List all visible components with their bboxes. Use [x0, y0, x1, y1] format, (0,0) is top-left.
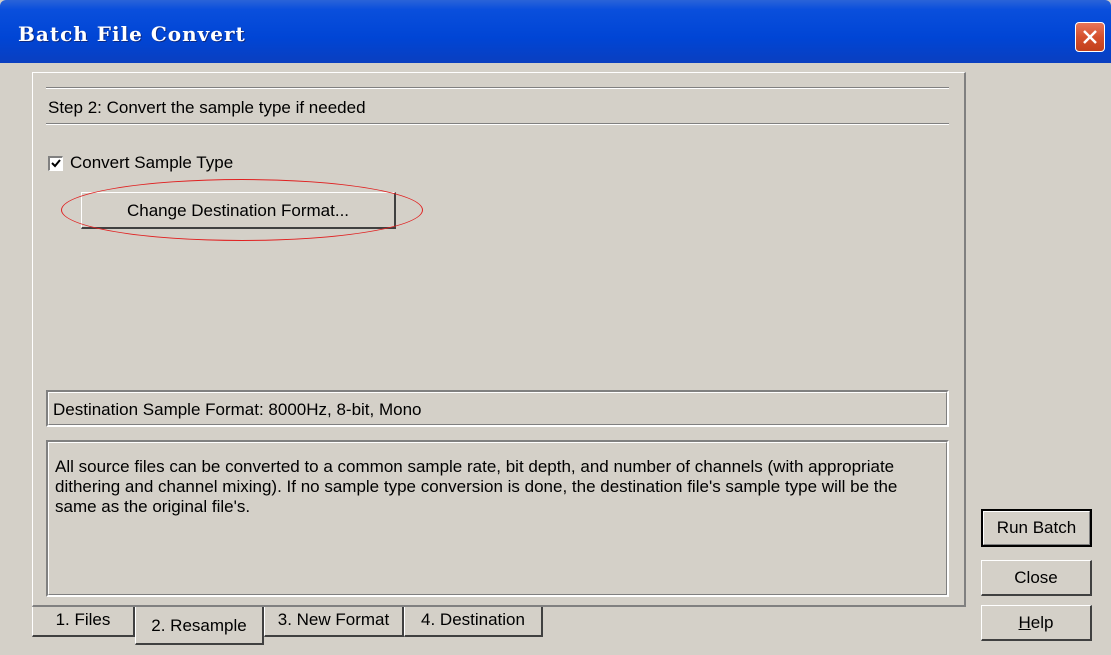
convert-sample-type-checkbox[interactable] [48, 156, 63, 171]
run-batch-button[interactable]: Run Batch [981, 509, 1092, 547]
tab-resample[interactable]: 2. Resample [135, 607, 264, 645]
description-text: All source files can be converted to a c… [55, 457, 898, 516]
destination-format-box: Destination Sample Format: 8000Hz, 8-bit… [46, 390, 949, 427]
destination-format-text: Destination Sample Format: 8000Hz, 8-bit… [53, 400, 422, 419]
help-label-rest: elp [1030, 612, 1054, 632]
batch-file-convert-window: Batch File Convert Step 2: Convert the s… [0, 0, 1111, 655]
description-box: All source files can be converted to a c… [46, 440, 949, 597]
change-destination-format-button[interactable]: Change Destination Format... [81, 192, 396, 229]
close-button[interactable]: Close [981, 560, 1092, 596]
tab-files[interactable]: 1. Files [32, 607, 135, 637]
tab-destination[interactable]: 4. Destination [404, 607, 543, 637]
tab-new-format[interactable]: 3. New Format [264, 607, 404, 637]
close-window-button[interactable] [1075, 22, 1105, 52]
step-header: Step 2: Convert the sample type if neede… [46, 87, 949, 125]
convert-sample-type-label[interactable]: Convert Sample Type [70, 153, 233, 173]
help-mnemonic: H [1018, 612, 1031, 632]
help-button[interactable]: Help [981, 605, 1092, 641]
resample-tab-panel: Step 2: Convert the sample type if neede… [32, 72, 966, 607]
window-title: Batch File Convert [18, 22, 246, 46]
step-label: Step 2: Convert the sample type if neede… [48, 98, 366, 117]
title-bar[interactable]: Batch File Convert [0, 0, 1111, 63]
dialog-client-area: Step 2: Convert the sample type if neede… [3, 63, 1108, 652]
close-icon [1083, 30, 1097, 44]
checkmark-icon [51, 159, 61, 168]
